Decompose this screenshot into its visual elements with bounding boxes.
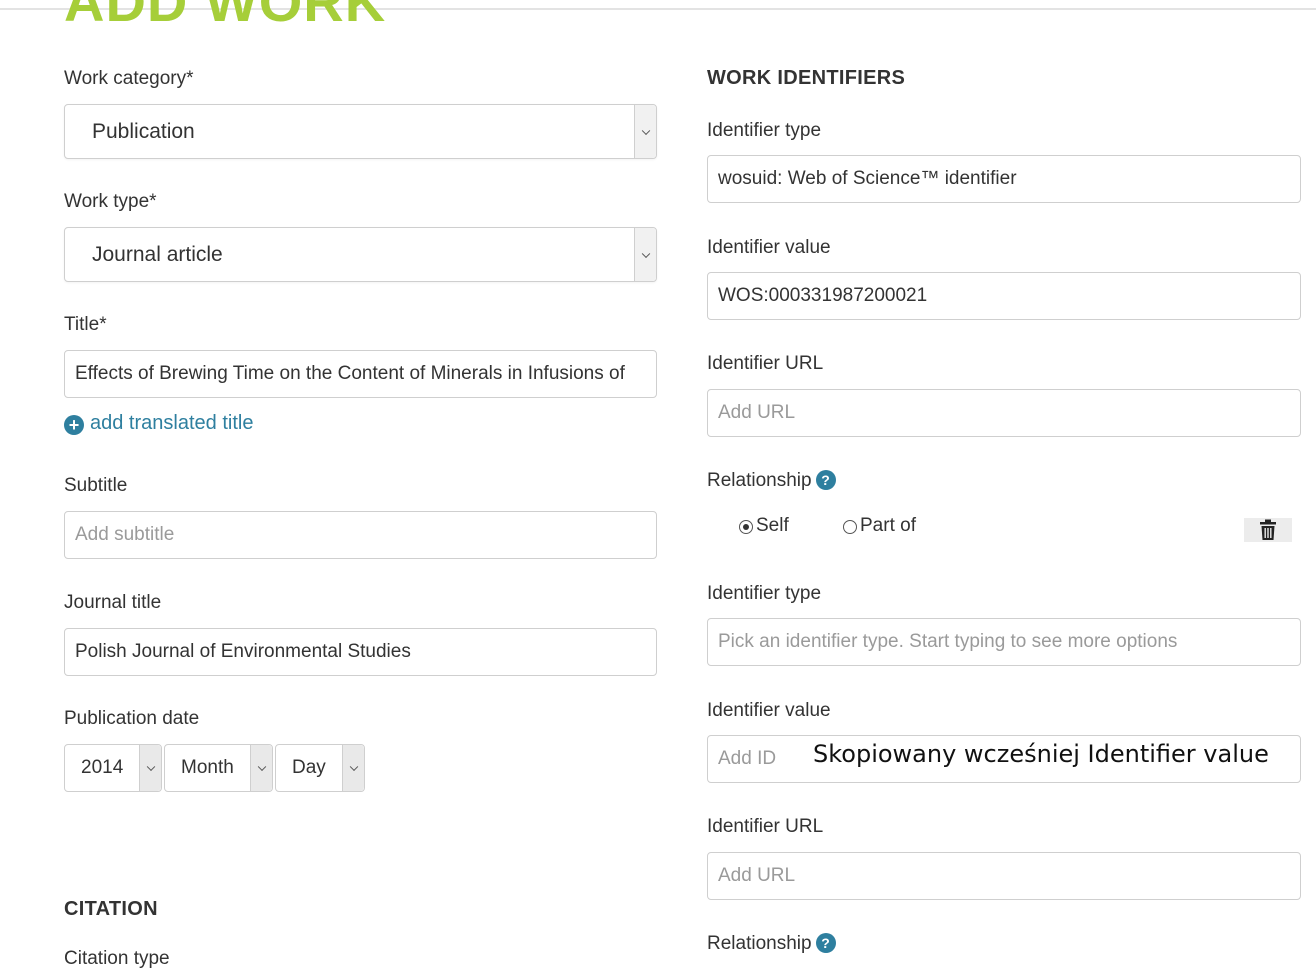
relationship-label-text: Relationship [707,470,812,491]
identifier-value-label-2: Identifier value [707,700,831,721]
citation-type-label: Citation type [64,948,170,969]
day-select[interactable]: Day [275,744,365,792]
identifier-type-input[interactable]: wosuid: Web of Science™ identifier [707,155,1301,203]
work-identifiers-title: WORK IDENTIFIERS [707,67,906,89]
relationship-label-2: Relationship? [707,933,836,955]
subtitle-label: Subtitle [64,475,128,496]
month-value: Month [181,757,234,778]
work-type-label: Work type* [64,191,157,212]
relationship-part-of-radio[interactable]: Part of [843,515,916,537]
work-category-value: Publication [92,120,195,143]
identifier-type-label-2: Identifier type [707,583,822,604]
page-title: ADD WORK [64,0,387,33]
relationship-label-text-2: Relationship [707,933,812,954]
annotation-note: Skopiowany wcześniej Identifier value [813,740,1269,768]
plus-circle-icon: + [64,415,84,435]
year-dropdown-button[interactable] [139,745,161,791]
citation-section-title: CITATION [64,898,158,920]
publication-date-label: Publication date [64,708,200,729]
year-select[interactable]: 2014 [64,744,162,792]
add-translated-title-link[interactable]: + add translated title [64,412,253,435]
relationship-self-radio[interactable]: Self [739,515,789,537]
work-type-value: Journal article [92,243,223,266]
title-input[interactable]: Effects of Brewing Time on the Content o… [64,350,657,398]
subtitle-input[interactable]: Add subtitle [64,511,657,559]
radio-unchecked-icon[interactable] [843,520,857,534]
chevron-down-icon [349,762,358,772]
identifier-type-label: Identifier type [707,120,822,141]
question-circle-icon[interactable]: ? [815,933,836,953]
journal-title-input[interactable]: Polish Journal of Environmental Studies [64,628,657,676]
identifier-type-input-2[interactable]: Pick an identifier type. Start typing to… [707,618,1301,666]
day-value: Day [292,757,326,778]
identifier-value-input[interactable]: WOS:000331987200021 [707,272,1301,320]
relationship-label: Relationship? [707,470,836,492]
identifier-url-label: Identifier URL [707,353,824,374]
month-dropdown-button[interactable] [250,745,272,791]
radio-checked-icon[interactable] [739,520,753,534]
identifier-url-input[interactable]: Add URL [707,389,1301,437]
chevron-down-icon [641,249,650,258]
work-type-dropdown-button[interactable] [634,228,656,281]
chevron-down-icon [146,762,155,772]
add-translated-title-text: add translated title [90,412,254,434]
trash-icon [1260,519,1276,540]
chevron-down-icon [257,762,266,772]
chevron-down-icon [641,126,650,135]
year-value: 2014 [81,757,124,778]
work-category-dropdown-button[interactable] [634,105,656,158]
journal-title-label: Journal title [64,592,162,613]
identifier-url-input-2[interactable]: Add URL [707,852,1301,900]
relationship-part-of-label: Part of [860,515,916,536]
title-label: Title* [64,314,107,335]
relationship-self-label: Self [756,515,789,536]
delete-identifier-button[interactable] [1244,518,1292,542]
work-category-label: Work category* [64,68,194,89]
identifier-url-label-2: Identifier URL [707,816,824,837]
identifier-value-label: Identifier value [707,237,831,258]
work-category-select[interactable]: Publication [64,104,657,159]
work-type-select[interactable]: Journal article [64,227,657,282]
day-dropdown-button[interactable] [342,745,364,791]
month-select[interactable]: Month [164,744,273,792]
question-circle-icon[interactable]: ? [815,470,836,490]
